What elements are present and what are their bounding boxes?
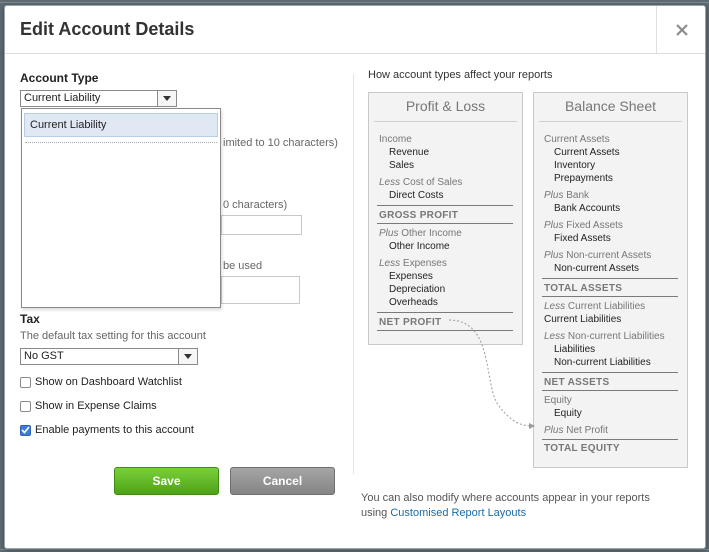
customised-report-layouts-link[interactable]: Customised Report Layouts — [390, 507, 526, 519]
background-page — [0, 2, 709, 3]
edit-account-dialog: Edit Account Details Account Type Curren… — [4, 5, 706, 549]
footer-using-text: using — [361, 507, 388, 519]
background-page — [0, 549, 709, 550]
net-profit-connector-arrow — [448, 319, 535, 429]
footer-text: You can also modify where accounts appea… — [361, 492, 650, 504]
footer-line2: using Customised Report Layouts — [361, 507, 526, 519]
